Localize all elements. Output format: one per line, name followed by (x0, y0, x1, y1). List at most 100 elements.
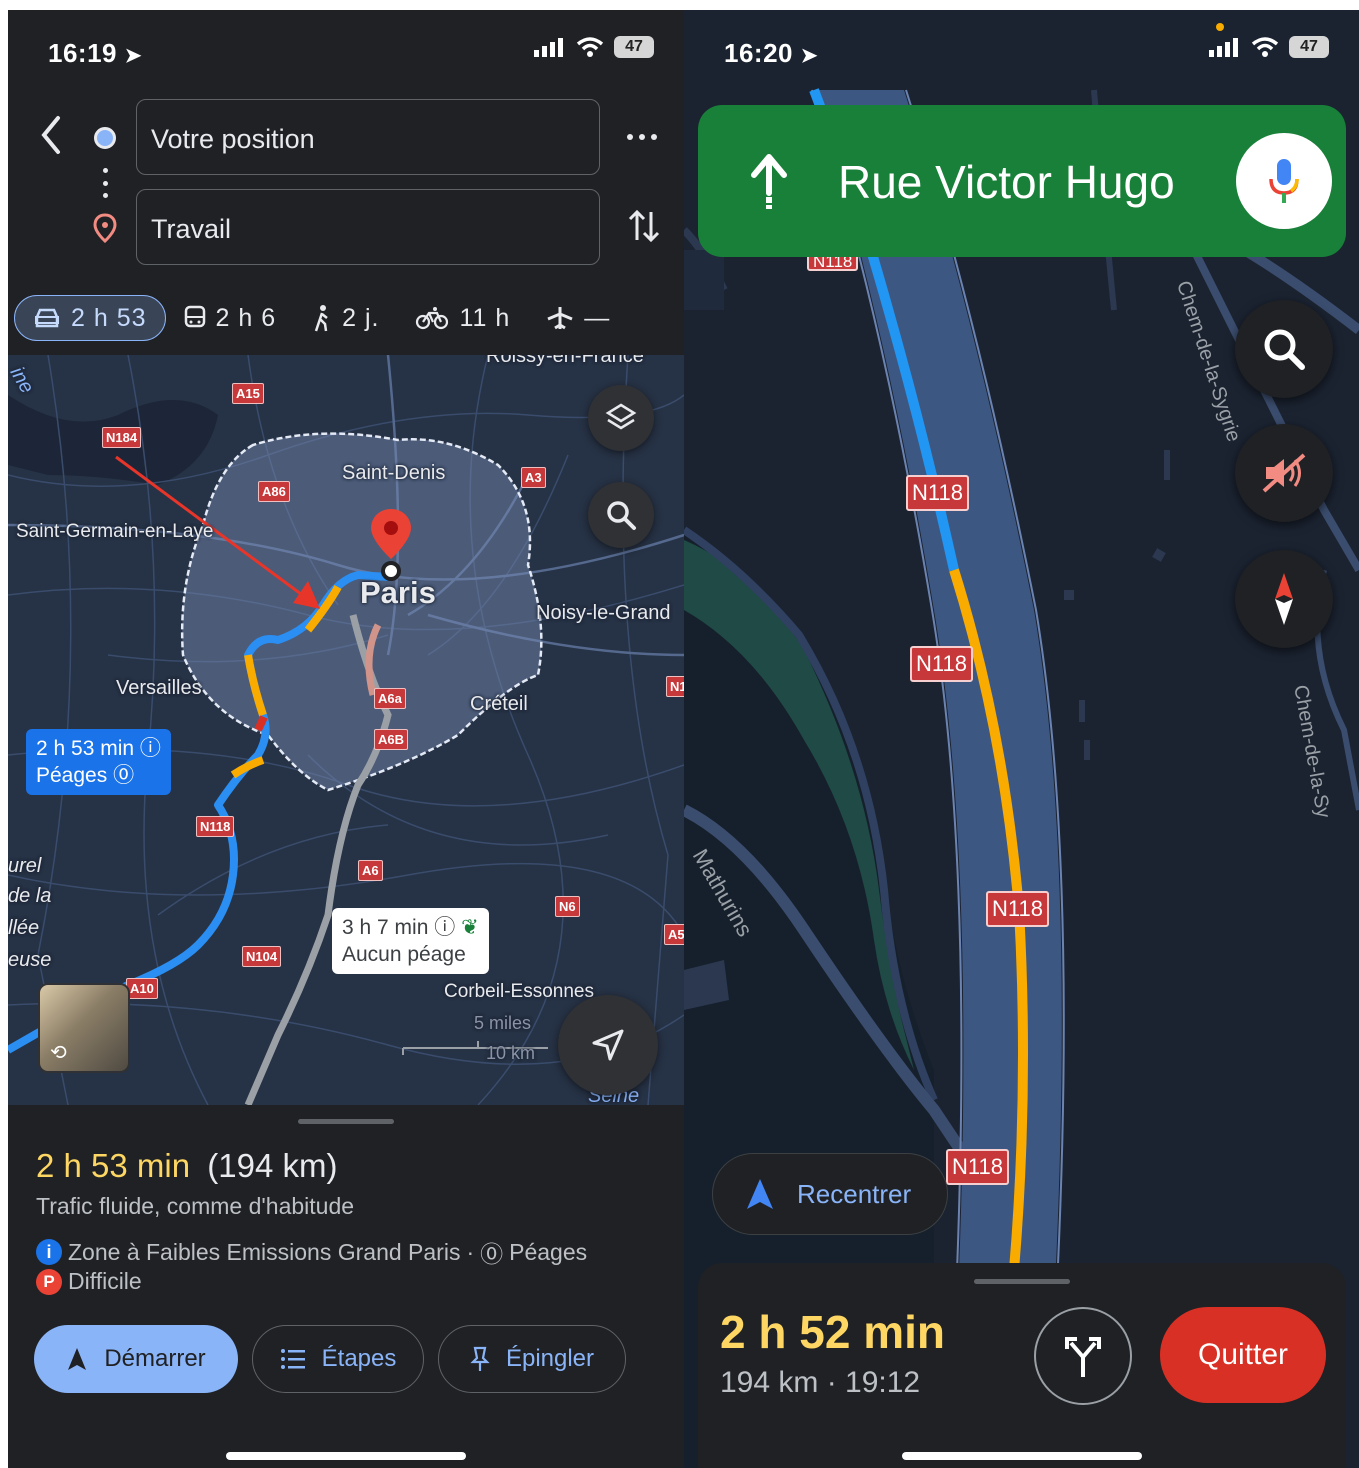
place-fragment: euse (8, 949, 52, 971)
sheet-handle[interactable] (974, 1279, 1070, 1284)
start-label: Démarrer (104, 1345, 206, 1372)
my-location-button[interactable] (558, 995, 658, 1095)
route-bubble-main[interactable]: 2 h 53 min ⓘ Péages ⓪ (26, 729, 171, 795)
page: 16:19 ➤ 47 Votre position Travail 2 h 53… (0, 0, 1359, 1468)
battery-indicator: 47 (1289, 36, 1329, 58)
pin-label: Épingler (505, 1345, 595, 1372)
swap-arrows-icon (628, 209, 660, 243)
mode-label-car: 2 h 53 (71, 303, 147, 332)
road-shield: N118 (910, 646, 973, 682)
road-shield: N118 (906, 475, 969, 511)
mode-label-transit: 2 h 6 (215, 303, 277, 332)
route-map[interactable]: Roissy-en-France Saint-Denis Saint-Germa… (8, 355, 684, 1105)
place-label: Corbeil-Essonnes (444, 981, 594, 1002)
pin-button[interactable]: Épingler (438, 1325, 626, 1393)
quit-label: Quitter (1197, 1338, 1289, 1371)
navigation-screen: N118 N118 N118 N118 N118 Chem-de-la-Sygr… (684, 10, 1359, 1468)
toll-icon: ⓪ (480, 1241, 504, 1267)
mode-tab-walk[interactable]: 2 j. (294, 295, 397, 341)
mode-tab-car[interactable]: 2 h 53 (14, 295, 166, 341)
back-button[interactable] (36, 112, 66, 158)
nav-search-button[interactable] (1235, 300, 1333, 398)
mode-tab-flight[interactable]: — (528, 295, 628, 341)
quit-button[interactable]: Quitter (1160, 1307, 1326, 1403)
road-shield: N118 (986, 891, 1049, 927)
steps-button[interactable]: Étapes (252, 1325, 424, 1393)
sheet-handle[interactable] (298, 1119, 394, 1124)
road-shield: A15 (232, 383, 264, 404)
road-shield: A6 (358, 860, 383, 881)
instruction-banner[interactable]: Rue Victor Hugo (698, 105, 1346, 257)
route-alt-note: Aucun péage (342, 943, 466, 966)
flight-icon (547, 307, 573, 330)
transit-icon (184, 305, 205, 328)
eta-duration: 2 h 52 min (720, 1306, 945, 1358)
home-indicator[interactable] (226, 1452, 466, 1460)
tolls-text: Péages (509, 1238, 588, 1265)
location-arrow-icon: ➤ (800, 45, 818, 67)
place-label: Saint-Denis (342, 462, 446, 484)
road-shield: N118 (196, 816, 235, 837)
origin-dot-icon (94, 127, 116, 149)
street-view-thumbnail[interactable]: ⟲ (38, 983, 130, 1073)
signal-icon (1209, 38, 1238, 57)
recenter-label: Recentrer (797, 1178, 912, 1209)
parking-icon: P (36, 1268, 62, 1295)
road-shield: A10 (126, 978, 158, 999)
road-shield: N6 (555, 896, 580, 917)
walk-icon (314, 305, 328, 332)
map-search-button[interactable] (588, 482, 654, 548)
swap-button[interactable] (626, 206, 662, 246)
destination-input[interactable]: Travail (136, 189, 600, 265)
mode-label-bike: 11 h (459, 303, 511, 332)
signal-icon (534, 38, 563, 57)
traffic-status: Trafic fluide, comme d'habitude (36, 1193, 355, 1219)
start-button[interactable]: Démarrer (34, 1325, 238, 1393)
more-options-button[interactable] (620, 122, 664, 152)
home-indicator[interactable] (902, 1452, 1142, 1460)
navigation-icon (68, 1348, 87, 1370)
mode-label-walk: 2 j. (342, 303, 380, 332)
compass-button[interactable] (1235, 550, 1333, 648)
info-badge-icon: i (36, 1239, 62, 1265)
status-bar: 16:20 ➤ 47 (684, 10, 1359, 100)
alternate-routes-button[interactable] (1034, 1307, 1132, 1405)
street-name: Rue Victor Hugo (838, 156, 1175, 208)
place-label: Noisy-le-Grand (536, 602, 671, 624)
place-fragment: urel (8, 855, 42, 877)
place-label: Saint-Germain-en-Laye (16, 521, 214, 542)
navigation-arrow-icon (747, 1179, 773, 1209)
destination-marker-icon (371, 509, 411, 581)
compass-icon (1275, 573, 1293, 625)
voice-search-button[interactable] (1236, 133, 1332, 229)
recenter-button[interactable]: Recentrer (712, 1153, 948, 1235)
route-bubble-alt[interactable]: 3 h 7 min ⓘ ❦ Aucun péage (332, 908, 489, 974)
road-shield: N104 (242, 946, 282, 967)
place-label: Créteil (470, 693, 528, 715)
pin-icon (470, 1346, 490, 1371)
sound-toggle-button[interactable] (1235, 424, 1333, 522)
car-icon (35, 308, 59, 328)
bike-icon (416, 307, 449, 330)
layers-icon (605, 403, 637, 430)
layers-button[interactable] (588, 385, 654, 451)
origin-input[interactable]: Votre position (136, 99, 600, 175)
system-icons: 47 (534, 36, 654, 58)
search-icon (607, 501, 636, 530)
status-time: 16:19 ➤ (48, 38, 142, 68)
road-shield: N118 (946, 1149, 1009, 1185)
mode-tab-transit[interactable]: 2 h 6 (166, 295, 295, 341)
route-preview-screen: 16:19 ➤ 47 Votre position Travail 2 h 53… (8, 10, 684, 1468)
battery-indicator: 47 (614, 36, 654, 58)
straight-arrow-icon (751, 154, 787, 209)
system-icons: 47 (1209, 36, 1329, 58)
microphone-icon (1269, 159, 1299, 203)
scale-miles: 5 miles (474, 1013, 532, 1033)
info-icon: ⓘ (434, 916, 456, 939)
eco-leaf-icon: ❦ (461, 916, 479, 939)
mode-tab-bike[interactable]: 11 h (397, 295, 528, 341)
road-shield: A6B (374, 729, 409, 750)
scale-km: 10 km (486, 1043, 536, 1063)
road-shield: N184 (102, 427, 142, 448)
rotate-360-icon: ⟲ (50, 1042, 67, 1064)
